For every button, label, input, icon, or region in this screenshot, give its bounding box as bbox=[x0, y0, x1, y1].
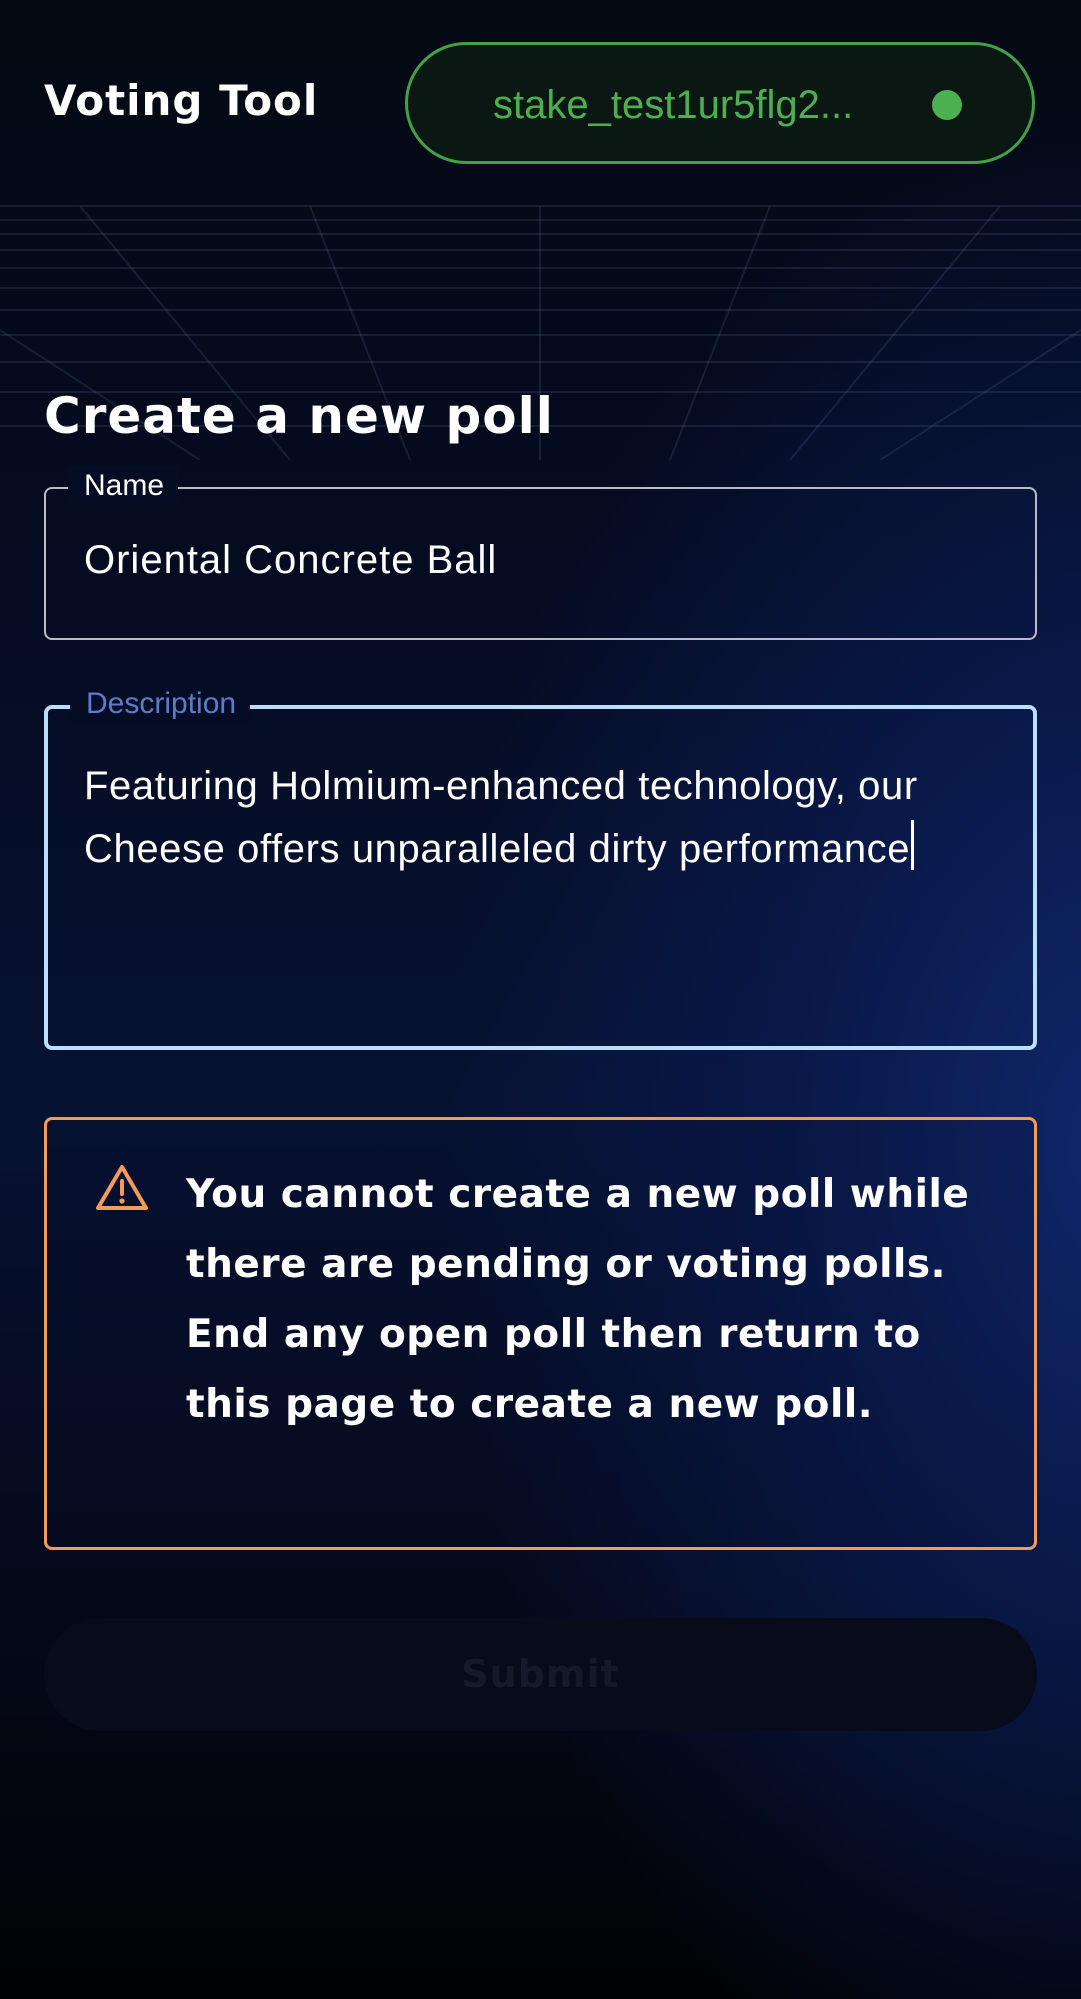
wallet-address: stake_test1ur5flg2... bbox=[493, 83, 854, 127]
app-header: Voting Tool stake_test1ur5flg2... bbox=[0, 0, 1081, 200]
name-field[interactable]: Name Oriental Concrete Ball bbox=[44, 467, 1037, 640]
wallet-connect-button[interactable]: stake_test1ur5flg2... bbox=[405, 42, 1035, 164]
description-textarea[interactable]: Featuring Holmium-enhanced technology, o… bbox=[84, 755, 1009, 1015]
text-cursor bbox=[911, 820, 915, 870]
connected-status-dot-icon bbox=[932, 90, 962, 120]
name-input[interactable]: Oriental Concrete Ball bbox=[84, 538, 984, 583]
description-text: Featuring Holmium-enhanced technology, o… bbox=[84, 764, 918, 871]
page-title: Create a new poll bbox=[44, 386, 554, 445]
warning-triangle-icon bbox=[96, 1165, 148, 1210]
description-field[interactable]: Description Featuring Holmium-enhanced t… bbox=[44, 685, 1037, 1050]
app-title[interactable]: Voting Tool bbox=[44, 76, 318, 125]
warning-alert: You cannot create a new poll while there… bbox=[44, 1117, 1037, 1550]
description-field-label: Description bbox=[70, 685, 251, 723]
warning-message: You cannot create a new poll while there… bbox=[186, 1172, 970, 1427]
submit-button[interactable]: Submit bbox=[44, 1618, 1037, 1731]
name-field-label: Name bbox=[68, 467, 179, 505]
